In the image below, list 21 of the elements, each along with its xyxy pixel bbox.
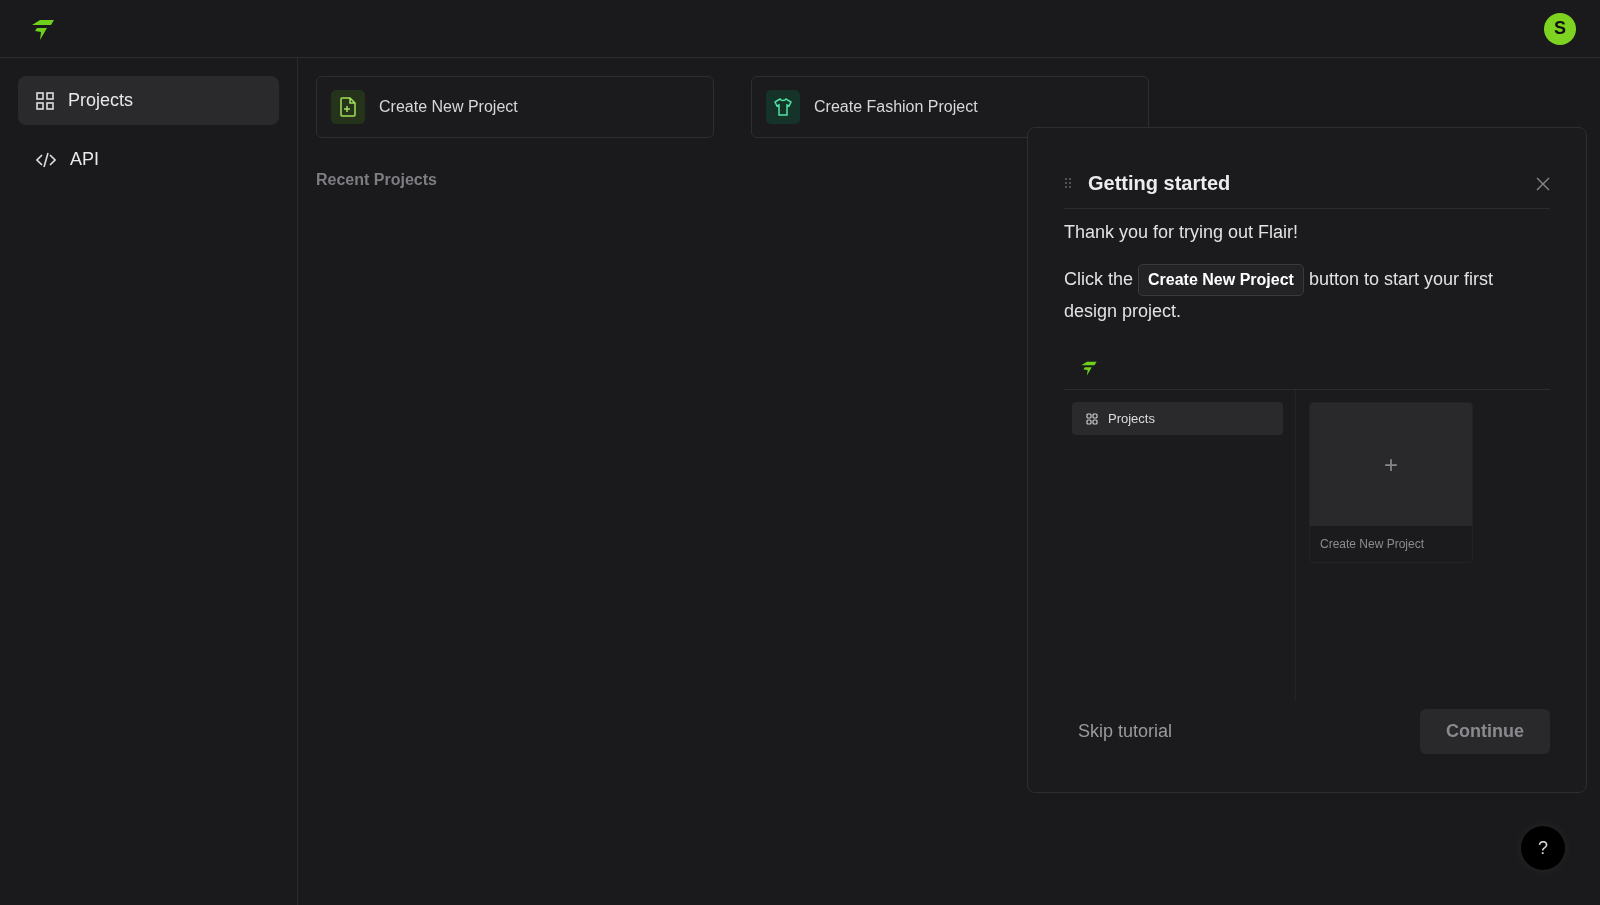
intro-text: Thank you for trying out Flair! [1064,221,1300,244]
create-project-button[interactable]: Create Fashion Project [751,76,1149,138]
preview-card-label: Create New Project [1320,536,1425,553]
sidebar-item[interactable]: API [18,135,279,184]
panel-title: Getting started [1088,171,1231,196]
help-button[interactable]: ? [1521,826,1565,870]
user-avatar[interactable]: S [1544,12,1576,45]
sidebar-item[interactable]: Projects [18,76,279,125]
drag-handle-icon[interactable] [1064,177,1072,189]
button-reference: Create New Project [1138,264,1304,296]
section-heading: Recent Projects [316,170,437,190]
grid-icon [1086,412,1098,425]
preview-sidebar-label: Projects [1108,409,1155,428]
plus-symbol: + [1384,449,1398,480]
instruction-text: Click the Create New Project button to start your first design project. [1064,264,1550,327]
shirt-icon [766,90,800,124]
code-icon [36,151,56,168]
file-plus-icon [331,90,365,124]
create-project-button[interactable]: Create New Project [316,76,714,138]
grid-icon [36,91,54,110]
skip-tutorial-link[interactable]: Skip tutorial [1064,718,1187,745]
